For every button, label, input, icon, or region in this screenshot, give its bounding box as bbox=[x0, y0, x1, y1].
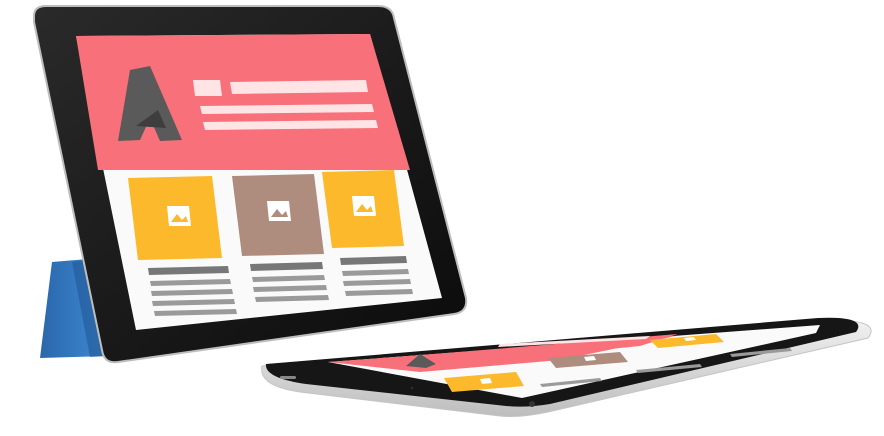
headphone-jack bbox=[529, 401, 535, 407]
hero-text-block bbox=[193, 80, 222, 96]
image-icon bbox=[167, 206, 191, 226]
standing-tablet bbox=[33, 5, 468, 364]
content-tile bbox=[128, 176, 222, 260]
volume-button bbox=[280, 376, 296, 379]
mic-hole bbox=[410, 386, 414, 390]
image-icon bbox=[480, 378, 492, 384]
lying-tablet bbox=[261, 317, 872, 417]
tablet-mockup-scene bbox=[33, 5, 872, 417]
hero-text-line bbox=[230, 80, 368, 94]
content-tile bbox=[232, 174, 324, 256]
content-tile bbox=[322, 170, 404, 248]
